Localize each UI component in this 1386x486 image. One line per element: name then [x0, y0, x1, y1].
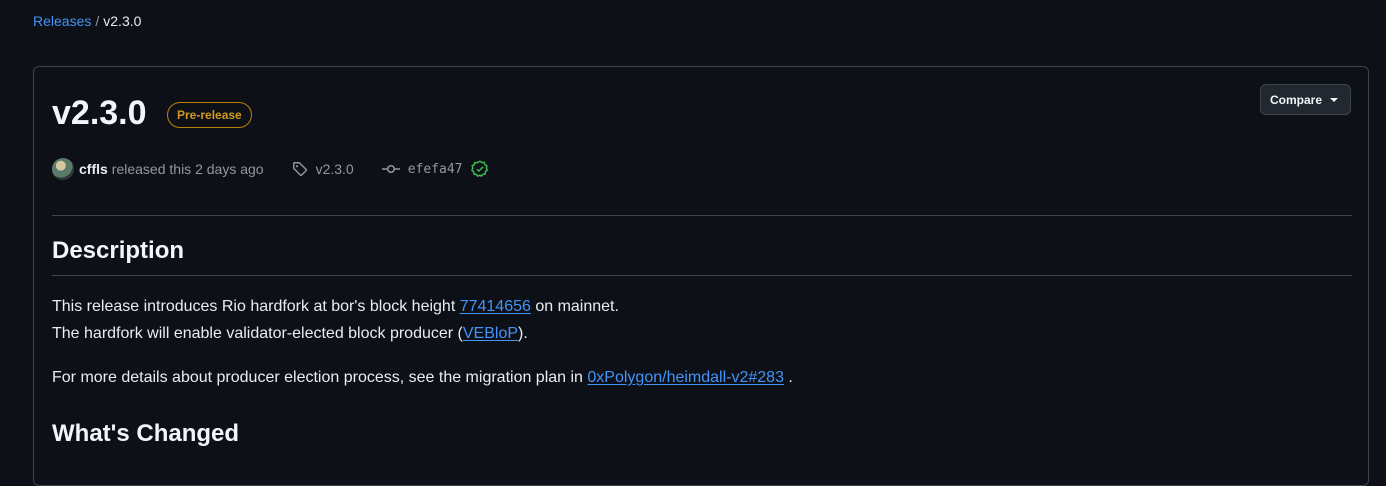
triangle-down-icon — [1330, 97, 1338, 102]
line-1-suffix: on mainnet. — [530, 298, 619, 315]
released-text: released this 2 days ago — [111, 161, 264, 177]
compare-button[interactable]: Compare — [1259, 84, 1351, 115]
description-paragraph: This release introduces Rio hardfork at … — [52, 293, 619, 347]
heading-divider — [52, 275, 1352, 276]
line-3-text: For more details about producer election… — [52, 369, 588, 386]
vebloP-link[interactable]: VEBloP — [463, 325, 518, 342]
commit-link[interactable]: efefa47 — [381, 160, 489, 178]
release-card: v2.3.0 Pre-release Compare cffls release… — [33, 66, 1369, 486]
heimdall-pr-link[interactable]: 0xPolygon/heimdall-v2#283 — [587, 369, 784, 386]
line-2-text: The hardfork will enable validator-elect… — [52, 325, 463, 342]
commit-sha: efefa47 — [407, 161, 463, 177]
tag-icon — [292, 161, 308, 177]
whats-changed-heading: What's Changed — [52, 420, 240, 447]
compare-button-label: Compare — [1269, 92, 1322, 107]
line-2-suffix: ). — [518, 325, 528, 342]
git-commit-icon — [381, 161, 400, 177]
avatar[interactable] — [52, 158, 74, 180]
migration-paragraph: For more details about producer election… — [52, 364, 793, 391]
breadcrumb-current: v2.3.0 — [103, 13, 142, 29]
line-3-suffix: . — [783, 369, 793, 386]
breadcrumb-separator: / — [95, 13, 100, 29]
release-title: v2.3.0 — [52, 94, 147, 132]
line-1-text: This release introduces Rio hardfork at … — [52, 298, 460, 315]
verified-check-icon[interactable] — [470, 160, 489, 178]
tag-link[interactable]: v2.3.0 — [292, 161, 354, 177]
prerelease-badge: Pre-release — [167, 102, 252, 128]
breadcrumb: Releases / v2.3.0 — [33, 11, 141, 31]
breadcrumb-releases-link[interactable]: Releases — [33, 13, 91, 29]
tag-label: v2.3.0 — [315, 161, 354, 177]
release-meta: cffls released this 2 days ago v2.3.0 ef… — [52, 157, 489, 181]
description-line-2: The hardfork will enable validator-elect… — [52, 320, 619, 347]
meta-divider — [52, 215, 1352, 216]
description-line-1: This release introduces Rio hardfork at … — [52, 293, 619, 320]
description-heading: Description — [52, 237, 185, 264]
author-link[interactable]: cffls — [79, 161, 108, 177]
block-height-link[interactable]: 77414656 — [460, 298, 531, 315]
